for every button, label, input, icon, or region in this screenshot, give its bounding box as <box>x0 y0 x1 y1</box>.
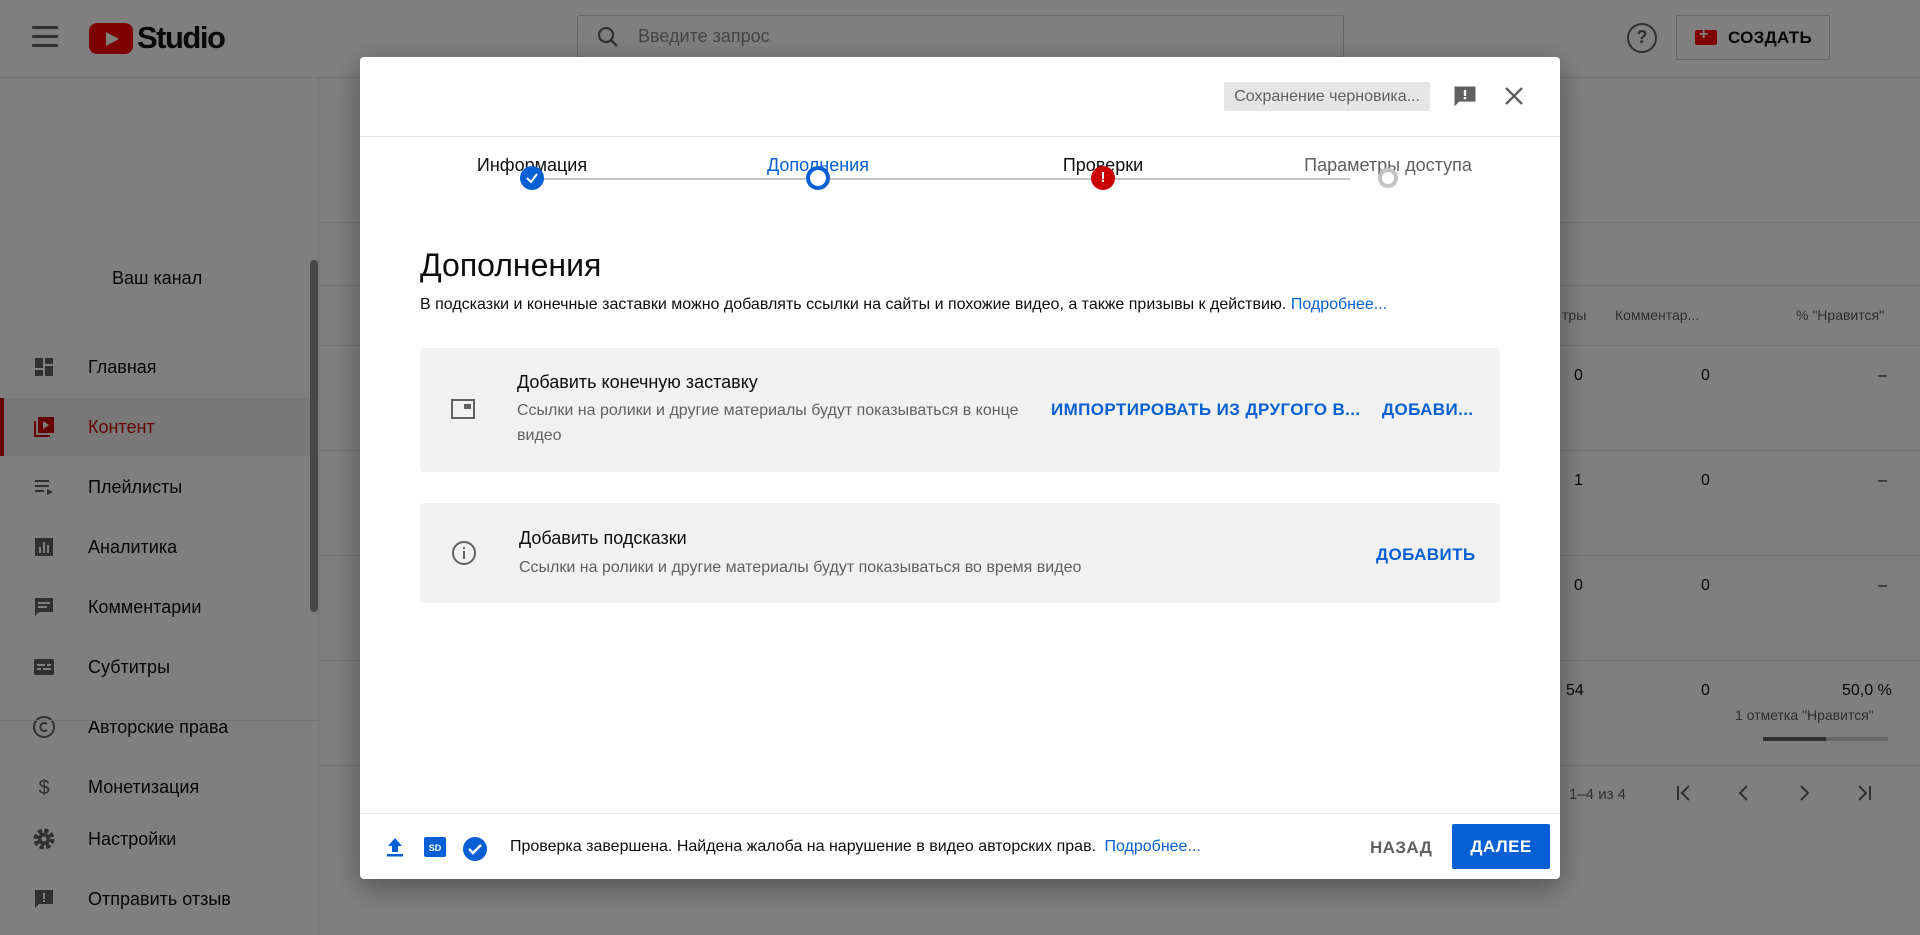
sd-quality-icon[interactable]: SD <box>423 836 447 863</box>
dialog-footer: SD Проверка завершена. Найдена жалоба на… <box>360 813 1560 879</box>
cards-title: Добавить подсказки <box>519 528 687 548</box>
end-screen-title: Добавить конечную заставку <box>517 372 758 392</box>
end-screen-subtitle: Ссылки на ролики и другие материалы буду… <box>517 398 1018 448</box>
upload-icon[interactable] <box>384 836 406 863</box>
stepper-line <box>532 178 1350 180</box>
draft-status-badge: Сохранение черновика... <box>1224 82 1430 111</box>
learn-more-link[interactable]: Подробнее... <box>1291 296 1387 313</box>
description-text: В подсказки и конечные заставки можно до… <box>420 296 1287 313</box>
upload-stepper: Информация Дополнения Проверки Параметры… <box>360 137 1560 227</box>
step-current-dot[interactable] <box>806 166 830 190</box>
dialog-description: В подсказки и конечные заставки можно до… <box>420 296 1387 314</box>
upload-dialog: Сохранение черновика... Информация Допол… <box>360 57 1560 879</box>
footer-status: Проверка завершена. Найдена жалоба на на… <box>510 838 1201 856</box>
import-end-screen-button[interactable]: ИМПОРТИРОВАТЬ ИЗ ДРУГОГО В... <box>1051 400 1361 420</box>
footer-status-text: Проверка завершена. Найдена жалоба на на… <box>510 838 1097 855</box>
back-button[interactable]: НАЗАД <box>1370 838 1432 858</box>
add-cards-button[interactable]: ДОБАВИТЬ <box>1376 545 1475 565</box>
dialog-header: Сохранение черновика... <box>360 57 1560 137</box>
step-done-check-icon[interactable] <box>520 166 544 190</box>
info-icon <box>451 540 477 571</box>
dialog-title: Дополнения <box>420 247 602 283</box>
step-error-icon[interactable]: ! <box>1091 166 1115 190</box>
add-end-screen-button[interactable]: ДОБАВИ... <box>1382 400 1473 420</box>
checks-complete-icon[interactable] <box>462 836 488 867</box>
close-icon[interactable] <box>1503 85 1525 112</box>
end-screen-subtitle-line: видео <box>517 427 562 444</box>
next-button[interactable]: ДАЛЕЕ <box>1452 824 1550 869</box>
cards-card: Добавить подсказки Ссылки на ролики и др… <box>420 503 1500 603</box>
step-todo-dot[interactable] <box>1378 168 1398 188</box>
cards-subtitle: Ссылки на ролики и другие материалы буду… <box>519 559 1082 576</box>
sd-quality-label: SD <box>429 843 442 853</box>
footer-learn-more-link[interactable]: Подробнее... <box>1104 838 1200 855</box>
end-screen-subtitle-line: Ссылки на ролики и другие материалы буду… <box>517 402 1019 419</box>
end-screen-icon <box>450 397 476 426</box>
feedback-icon[interactable] <box>1451 83 1479 116</box>
end-screen-card: Добавить конечную заставку Ссылки на рол… <box>420 348 1500 472</box>
